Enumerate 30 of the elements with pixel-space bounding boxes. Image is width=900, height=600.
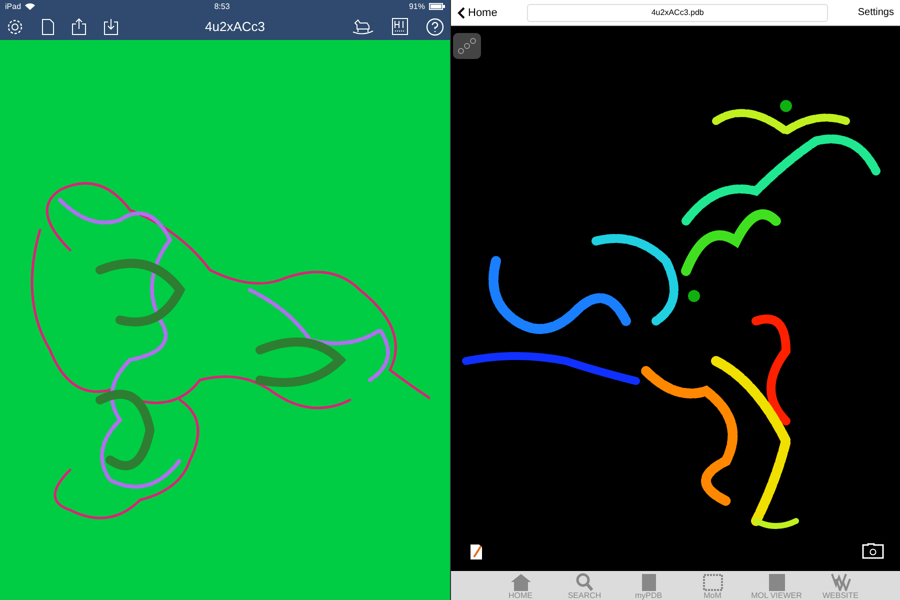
- wifi-icon: [25, 3, 36, 10]
- camera-icon[interactable]: [862, 543, 884, 559]
- tab-button[interactable]: WEBSITE: [808, 571, 872, 600]
- file-title: 4u2xACc3: [204, 19, 266, 34]
- device-name: iPad: [5, 2, 22, 11]
- tab-button[interactable]: MoM: [680, 571, 744, 600]
- tab-button[interactable]: MOL VIEWER: [744, 571, 808, 600]
- calendar-icon: [702, 573, 724, 591]
- note-edit-icon[interactable]: [470, 544, 484, 560]
- battery-percent: 91%: [408, 2, 425, 11]
- settings-button[interactable]: Settings: [858, 7, 894, 18]
- chain-link-icon[interactable]: [453, 33, 481, 59]
- back-button[interactable]: Home: [457, 6, 498, 18]
- tab-button[interactable]: myPDB: [616, 571, 680, 600]
- tab-button[interactable]: SEARCH: [552, 571, 616, 600]
- battery-icon: [429, 3, 445, 10]
- help-icon[interactable]: [426, 18, 444, 36]
- download-icon[interactable]: [104, 18, 118, 35]
- clock: 8:53: [213, 2, 231, 11]
- file-name-field[interactable]: 4u2xACc3.pdb: [527, 4, 828, 22]
- chevron-icon: [457, 6, 465, 18]
- search-icon: [574, 573, 596, 591]
- letter-w-icon: [830, 573, 852, 591]
- code-icon[interactable]: [392, 18, 408, 35]
- tab-button[interactable]: HOME: [488, 571, 552, 600]
- share-icon[interactable]: [72, 18, 86, 35]
- house-icon: [510, 573, 532, 591]
- rocking-horse-icon[interactable]: [352, 18, 374, 35]
- settings-icon[interactable]: [6, 18, 24, 36]
- document-icon[interactable]: [42, 18, 54, 34]
